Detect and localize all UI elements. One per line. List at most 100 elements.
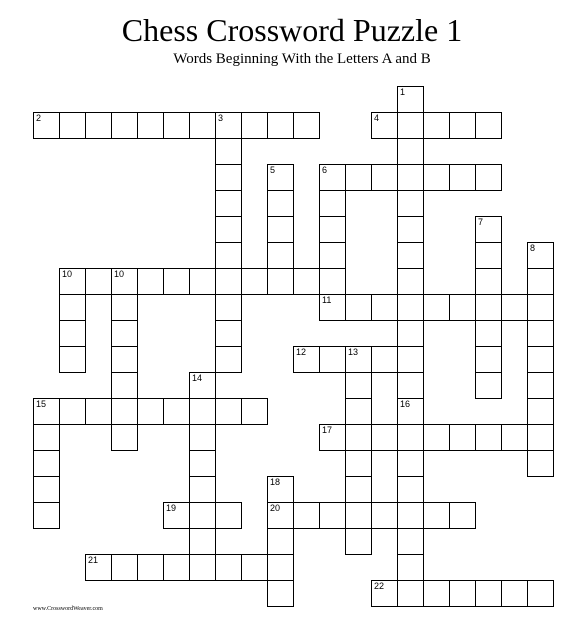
grid-cell[interactable] [449,502,476,529]
grid-cell[interactable] [189,450,216,477]
grid-cell[interactable] [475,112,502,139]
grid-cell[interactable] [371,346,398,373]
grid-cell[interactable] [449,112,476,139]
grid-cell[interactable] [397,476,424,503]
grid-cell[interactable] [397,138,424,165]
grid-cell[interactable]: 8 [527,242,554,269]
grid-cell[interactable] [293,502,320,529]
grid-cell[interactable] [241,554,268,581]
grid-cell[interactable] [527,450,554,477]
grid-cell[interactable] [371,502,398,529]
grid-cell[interactable] [397,164,424,191]
grid-cell[interactable] [189,398,216,425]
grid-cell[interactable]: 3 [215,112,242,139]
grid-cell[interactable] [111,346,138,373]
grid-cell[interactable] [527,424,554,451]
grid-cell[interactable] [215,216,242,243]
grid-cell[interactable]: 4 [371,112,398,139]
grid-cell[interactable] [163,398,190,425]
grid-cell[interactable] [319,346,346,373]
grid-cell[interactable] [397,294,424,321]
grid-cell[interactable]: 19 [163,502,190,529]
grid-cell[interactable] [33,502,60,529]
grid-cell[interactable] [475,372,502,399]
grid-cell[interactable] [59,398,86,425]
grid-cell[interactable] [397,242,424,269]
grid-cell[interactable] [397,554,424,581]
grid-cell[interactable] [215,294,242,321]
grid-cell[interactable] [111,320,138,347]
grid-cell[interactable] [527,398,554,425]
grid-cell[interactable]: 20 [267,502,294,529]
grid-cell[interactable] [85,112,112,139]
grid-cell[interactable] [423,294,450,321]
grid-cell[interactable] [475,320,502,347]
grid-cell[interactable] [215,502,242,529]
grid-cell[interactable]: 16 [397,398,424,425]
grid-cell[interactable] [475,346,502,373]
grid-cell[interactable] [345,502,372,529]
grid-cell[interactable] [189,268,216,295]
grid-cell[interactable] [345,476,372,503]
grid-cell[interactable] [345,164,372,191]
grid-cell[interactable] [423,502,450,529]
grid-cell[interactable] [215,190,242,217]
grid-cell[interactable] [449,424,476,451]
grid-cell[interactable] [345,398,372,425]
grid-cell[interactable] [423,164,450,191]
grid-cell[interactable] [397,346,424,373]
grid-cell[interactable] [163,112,190,139]
grid-cell[interactable] [527,346,554,373]
grid-cell[interactable]: 21 [85,554,112,581]
grid-cell[interactable] [397,320,424,347]
grid-cell[interactable]: 13 [345,346,372,373]
grid-cell[interactable] [397,450,424,477]
grid-cell[interactable] [449,294,476,321]
grid-cell[interactable] [189,424,216,451]
grid-cell[interactable] [267,242,294,269]
grid-cell[interactable]: 7 [475,216,502,243]
grid-cell[interactable] [449,580,476,607]
grid-cell[interactable] [527,268,554,295]
grid-cell[interactable] [215,242,242,269]
grid-cell[interactable] [397,112,424,139]
grid-cell[interactable]: 10 [59,268,86,295]
grid-cell[interactable] [501,294,528,321]
grid-cell[interactable] [241,398,268,425]
grid-cell[interactable] [241,112,268,139]
grid-cell[interactable]: 18 [267,476,294,503]
grid-cell[interactable] [319,502,346,529]
grid-cell[interactable] [397,216,424,243]
grid-cell[interactable]: 14 [189,372,216,399]
grid-cell[interactable]: 22 [371,580,398,607]
grid-cell[interactable] [267,554,294,581]
grid-cell[interactable] [475,164,502,191]
grid-cell[interactable] [293,268,320,295]
grid-cell[interactable] [137,112,164,139]
grid-cell[interactable] [33,476,60,503]
grid-cell[interactable] [397,580,424,607]
grid-cell[interactable] [33,424,60,451]
grid-cell[interactable] [59,112,86,139]
grid-cell[interactable]: 15 [33,398,60,425]
grid-cell[interactable] [319,190,346,217]
grid-cell[interactable] [319,268,346,295]
grid-cell[interactable] [475,242,502,269]
grid-cell[interactable] [85,268,112,295]
grid-cell[interactable] [475,580,502,607]
grid-cell[interactable] [215,268,242,295]
grid-cell[interactable] [111,424,138,451]
grid-cell[interactable] [111,294,138,321]
grid-cell[interactable] [163,554,190,581]
grid-cell[interactable] [397,372,424,399]
grid-cell[interactable] [319,242,346,269]
grid-cell[interactable] [501,424,528,451]
grid-cell[interactable] [345,424,372,451]
grid-cell[interactable] [267,216,294,243]
grid-cell[interactable] [345,294,372,321]
grid-cell[interactable] [345,372,372,399]
grid-cell[interactable] [475,294,502,321]
grid-cell[interactable] [293,112,320,139]
grid-cell[interactable] [527,320,554,347]
grid-cell[interactable] [423,424,450,451]
